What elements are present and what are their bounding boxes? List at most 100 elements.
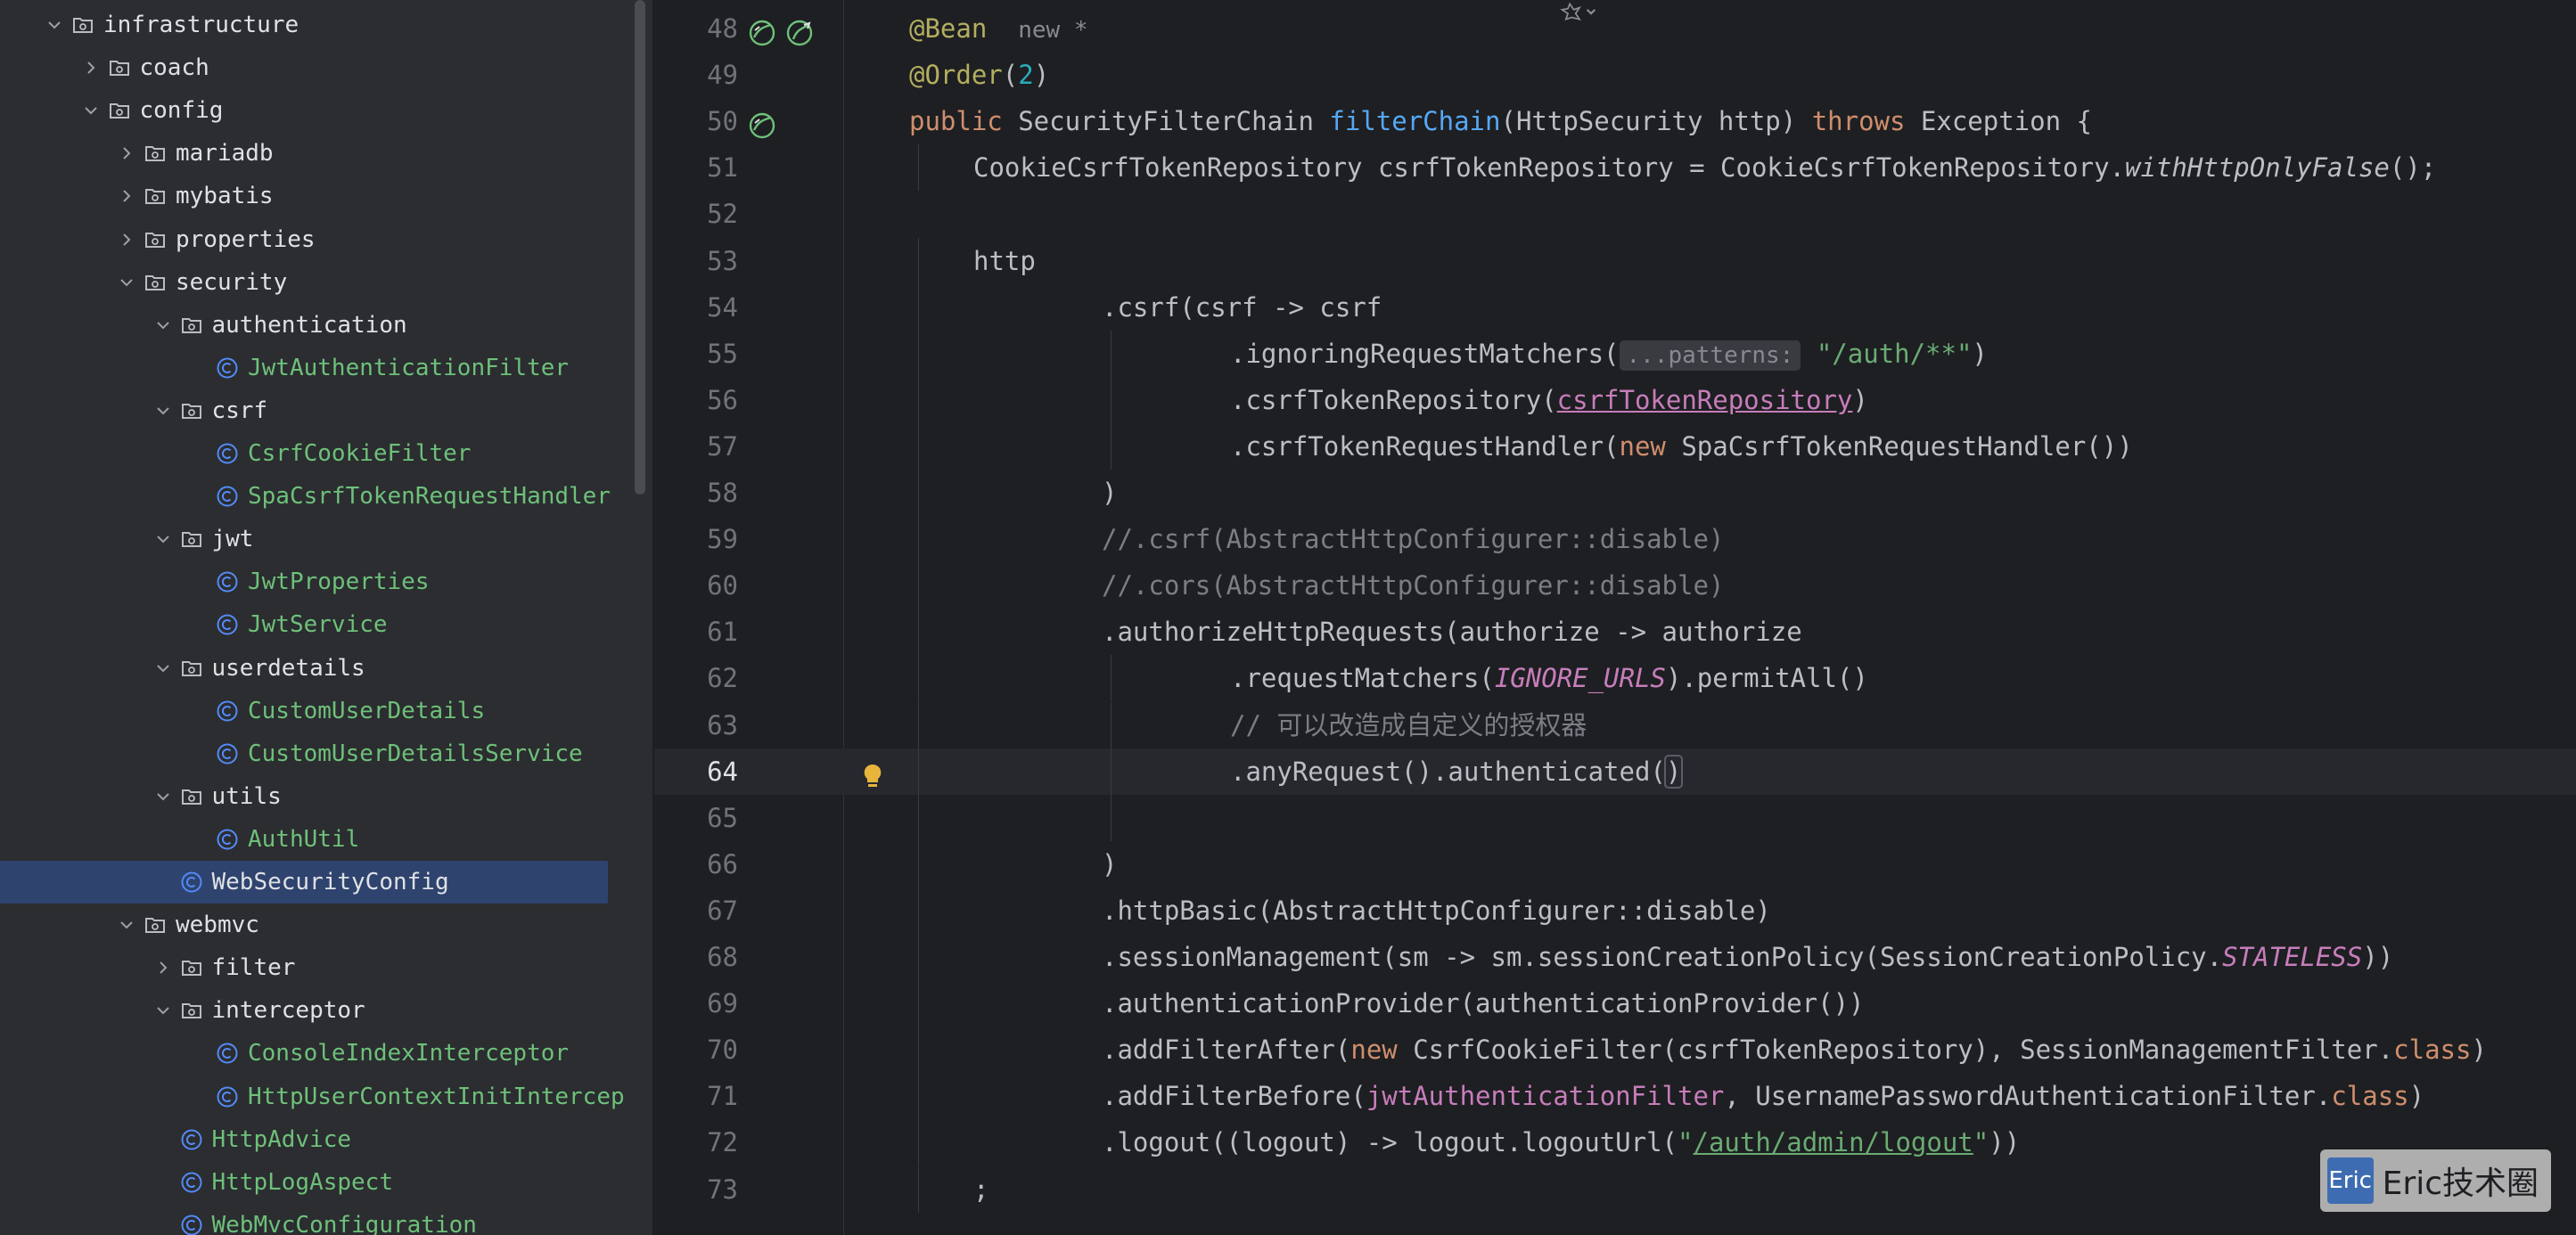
code-line-57[interactable]: 57 .csrfTokenRequestHandler(new SpaCsrfTo… (654, 422, 2576, 470)
java-class-icon (180, 1214, 203, 1235)
tree-item-label: mariadb (176, 140, 274, 168)
code-text: @Bean new * (909, 5, 1088, 53)
line-number: 67 (707, 895, 738, 926)
tree-class-websecurityconfig[interactable]: WebSecurityConfig (0, 861, 608, 904)
tree-class-authutil[interactable]: AuthUtil (0, 818, 652, 861)
code-text: CookieCsrfTokenRepository csrfTokenRepos… (973, 144, 2436, 191)
chevron-down-icon[interactable] (117, 917, 136, 933)
code-line-52[interactable]: 52 (654, 191, 2576, 237)
line-number: 51 (707, 152, 738, 184)
tree-folder-properties[interactable]: properties (0, 218, 652, 261)
tree-class-spacsrftokenrequesthandler[interactable]: SpaCsrfTokenRequestHandler (0, 475, 652, 518)
chevron-down-icon[interactable] (153, 403, 173, 419)
code-line-64[interactable]: 64 .anyRequest().authenticated() (654, 748, 2576, 795)
chevron-down-icon[interactable] (81, 102, 101, 119)
code-line-54[interactable]: 54 .csrf(csrf -> csrf (654, 283, 2576, 331)
tree-class-webmvcconfiguration[interactable]: WebMvcConfiguration (0, 1204, 652, 1235)
code-line-70[interactable]: 70 .addFilterAfter(new CsrfCookieFilter(c… (654, 1026, 2576, 1074)
indent-guide (918, 840, 919, 887)
code-line-62[interactable]: 62 .requestMatchers(IGNORE_URLS).permitAl… (654, 655, 2576, 702)
tree-folder-jwt[interactable]: jwt (0, 518, 652, 560)
code-line-71[interactable]: 71 .addFilterBefore(jwtAuthenticationFilt… (654, 1073, 2576, 1120)
code-line-49[interactable]: 49 @Order(2) (654, 52, 2576, 98)
tree-folder-webmvc[interactable]: webmvc (0, 904, 652, 946)
tree-folder-coach[interactable]: coach (0, 46, 652, 89)
chevron-down-icon[interactable] (153, 531, 173, 547)
tree-class-consoleindexinterceptor[interactable]: ConsoleIndexInterceptor (0, 1032, 652, 1075)
code-line-59[interactable]: 59 //.csrf(AbstractHttpConfigurer::disabl… (654, 516, 2576, 563)
code-line-66[interactable]: 66) (654, 840, 2576, 887)
chevron-down-icon[interactable] (153, 1002, 173, 1018)
code-line-56[interactable]: 56 .csrfTokenRepository(csrfTokenReposito… (654, 376, 2576, 423)
code-token: ...patterns: (1619, 339, 1801, 371)
tree-item-label: HttpAdvice (211, 1125, 352, 1153)
tree-folder-security[interactable]: security (0, 261, 652, 304)
tree-class-httplogaspect[interactable]: HttpLogAspect (0, 1161, 652, 1204)
chevron-down-icon[interactable] (153, 660, 173, 676)
tree-folder-infrastructure[interactable]: infrastructure (0, 4, 652, 46)
tree-class-jwtservice[interactable]: JwtService (0, 603, 652, 646)
bean-override-icon[interactable] (784, 16, 815, 46)
indent-guide (918, 376, 919, 423)
code-line-60[interactable]: 60 //.cors(AbstractHttpConfigurer::disabl… (654, 562, 2576, 609)
code-line-48[interactable]: 48 @Bean new * (654, 5, 2576, 52)
tree-class-csrfcookiefilter[interactable]: CsrfCookieFilter (0, 432, 652, 475)
tree-folder-interceptor[interactable]: interceptor (0, 989, 652, 1032)
tree-folder-authentication[interactable]: authentication (0, 304, 652, 347)
chevron-down-icon[interactable] (45, 17, 64, 33)
code-line-63[interactable]: 63 // 可以改造成自定义的授权器 (654, 701, 2576, 748)
chevron-right-icon[interactable] (117, 188, 136, 204)
tree-class-httpadvice[interactable]: HttpAdvice (0, 1118, 652, 1161)
tree-item-label: security (176, 268, 288, 296)
tree-class-httpusercontextinitintercep[interactable]: HttpUserContextInitIntercep (0, 1076, 652, 1118)
code-line-69[interactable]: 69 .authenticationProvider(authentication… (654, 980, 2576, 1027)
chevron-down-icon[interactable] (153, 317, 173, 333)
tree-folder-utils[interactable]: utils (0, 775, 652, 818)
tree-class-jwtproperties[interactable]: JwtProperties (0, 560, 652, 603)
code-line-68[interactable]: 68 .sessionManagement(sm -> sm.sessionCre… (654, 934, 2576, 980)
code-token: ) (1663, 754, 1684, 789)
code-text: .httpBasic(AbstractHttpConfigurer::disab… (1102, 887, 1771, 934)
code-token: .csrfTokenRequestHandler( (1230, 430, 1620, 462)
indent-guide (1111, 701, 1112, 748)
code-line-72[interactable]: 72 .logout((logout) -> logout.logoutUrl("… (654, 1119, 2576, 1166)
package-folder-icon (144, 228, 167, 251)
code-editor[interactable]: Eric Eric技术圈 48 @Bean new * 49 @Order(2) 50 p… (654, 0, 2576, 1235)
code-token: /auth/admin/logout (1693, 1127, 1973, 1158)
chevron-right-icon[interactable] (117, 232, 136, 248)
code-line-53[interactable]: 53 http (654, 237, 2576, 284)
code-line-58[interactable]: 58) (654, 470, 2576, 516)
chevron-right-icon[interactable] (153, 960, 173, 976)
code-line-50[interactable]: 50 public SecurityFilterChain filterChain… (654, 98, 2576, 144)
bean-icon[interactable] (747, 109, 777, 139)
code-token: )) (1989, 1127, 2021, 1158)
line-number: 70 (707, 1035, 738, 1066)
tree-item-label: csrf (211, 397, 268, 424)
code-line-61[interactable]: 61 .authorizeHttpRequests(authorize -> au… (654, 609, 2576, 656)
line-number: 52 (707, 199, 738, 230)
code-line-65[interactable]: 65 (654, 794, 2576, 841)
lightbulb-icon[interactable] (857, 759, 888, 789)
tree-class-jwtauthenticationfilter[interactable]: JwtAuthenticationFilter (0, 347, 652, 389)
chevron-right-icon[interactable] (81, 60, 101, 76)
code-line-67[interactable]: 67 .httpBasic(AbstractHttpConfigurer::dis… (654, 887, 2576, 934)
tree-folder-filter[interactable]: filter (0, 946, 652, 989)
tree-folder-csrf[interactable]: csrf (0, 389, 652, 432)
code-line-55[interactable]: 55 .ignoringRequestMatchers(...patterns: … (654, 330, 2576, 377)
tree-folder-userdetails[interactable]: userdetails (0, 647, 652, 690)
java-class-icon (216, 485, 239, 508)
code-line-51[interactable]: 51 CookieCsrfTokenRepository csrfTokenRep… (654, 144, 2576, 192)
chevron-right-icon[interactable] (117, 145, 136, 161)
bean-icon[interactable] (747, 16, 777, 46)
tree-class-customuserdetails[interactable]: CustomUserDetails (0, 690, 652, 732)
indent-guide (918, 794, 919, 841)
project-tree: infrastructure coach config mariadb mybatis p… (0, 0, 654, 1235)
chevron-down-icon[interactable] (117, 274, 136, 290)
tree-folder-config[interactable]: config (0, 89, 652, 132)
indent-guide (918, 422, 919, 470)
chevron-down-icon[interactable] (153, 789, 173, 805)
tree-folder-mybatis[interactable]: mybatis (0, 175, 652, 217)
tree-class-customuserdetailsservice[interactable]: CustomUserDetailsService (0, 732, 652, 775)
code-line-73[interactable]: 73; (654, 1165, 2576, 1213)
tree-folder-mariadb[interactable]: mariadb (0, 132, 652, 175)
